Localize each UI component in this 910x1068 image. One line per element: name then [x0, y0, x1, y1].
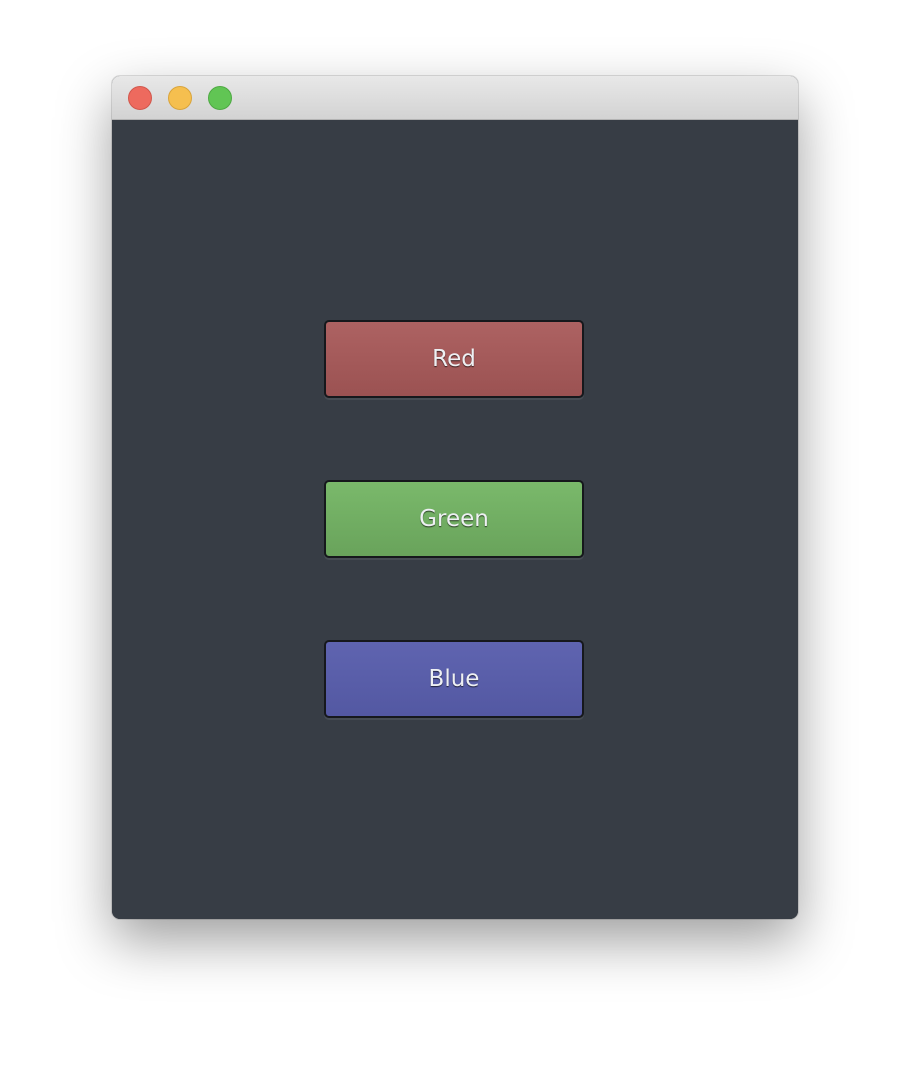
content-area: Red Green Blue [112, 120, 798, 919]
close-icon[interactable] [128, 86, 152, 110]
minimize-icon[interactable] [168, 86, 192, 110]
red-button[interactable]: Red [324, 320, 584, 398]
title-bar[interactable] [112, 76, 798, 120]
zoom-icon[interactable] [208, 86, 232, 110]
green-button[interactable]: Green [324, 480, 584, 558]
app-window: Red Green Blue [112, 76, 798, 919]
blue-button[interactable]: Blue [324, 640, 584, 718]
